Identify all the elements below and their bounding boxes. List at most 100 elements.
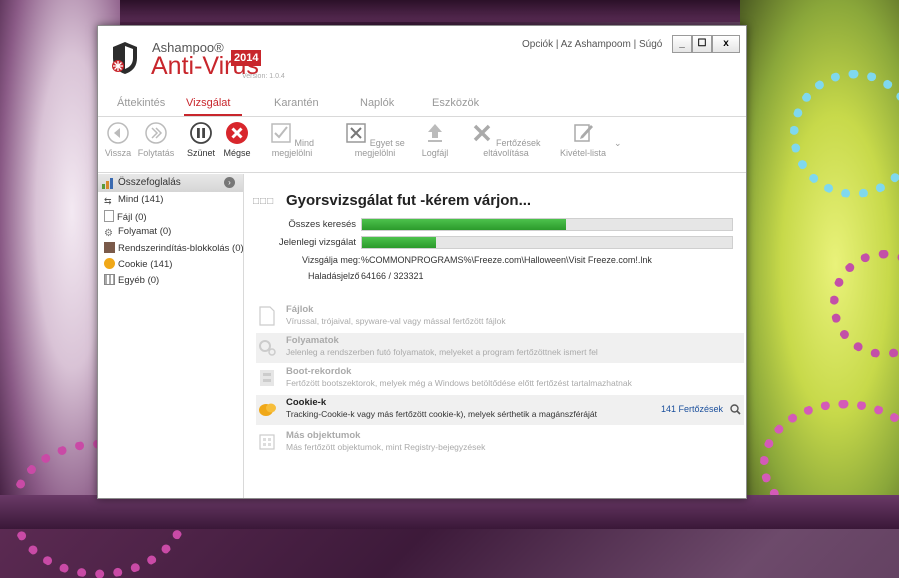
current-scan-label: Jelenlegi vizsgálat xyxy=(278,237,356,248)
cookie-icon xyxy=(104,258,115,269)
checkbox-checked-icon xyxy=(271,123,291,143)
category-title: Fájlok xyxy=(286,304,314,315)
file-icon xyxy=(104,210,114,222)
sidebar-item-boot[interactable]: Rendszerindítás-blokkolás (0) xyxy=(104,242,244,254)
cancel-icon xyxy=(226,122,248,144)
summary-icon xyxy=(102,178,113,189)
progress-value: 64166 / 323321 xyxy=(361,271,424,281)
top-links: Opciók | Az Ashampoom | Súgó xyxy=(522,39,662,50)
total-progress-fill xyxy=(362,219,566,230)
tab-scan[interactable]: Vizsgálat xyxy=(186,97,230,109)
gears-icon: ⚙ xyxy=(104,228,113,239)
tab-tools[interactable]: Eszközök xyxy=(432,97,479,109)
category-desc: Vírussal, trójaival, spyware-val vagy má… xyxy=(286,316,506,326)
search-icon xyxy=(729,404,741,415)
sidebar-item-label: Folyamat (0) xyxy=(118,226,172,237)
options-link[interactable]: Opciók xyxy=(522,39,553,50)
sidebar-item-process[interactable]: ⚙ Folyamat (0) xyxy=(104,226,171,239)
minimize-button[interactable]: _ xyxy=(672,35,692,53)
grid-icon xyxy=(259,434,275,450)
tab-quarantine[interactable]: Karantén xyxy=(274,97,319,109)
checkbox-x-icon xyxy=(346,123,366,143)
sidebar-item-file[interactable]: Fájl (0) xyxy=(104,210,147,223)
logfile-label: Logfájl xyxy=(421,148,449,158)
total-progress-bar xyxy=(361,218,733,231)
total-search-label: Összes keresés xyxy=(288,219,356,230)
infections-found-link[interactable]: 141 Fertőzések xyxy=(661,404,741,415)
resume-button[interactable]: Folytatás xyxy=(136,122,176,158)
scan-title: Gyorsvizsgálat fut -kérem várjon... xyxy=(286,192,532,209)
exceptions-label: Kivétel-lista xyxy=(559,148,606,158)
category-title: Más objektumok xyxy=(286,430,361,441)
boot-record-icon xyxy=(260,370,274,386)
shield-logo-icon xyxy=(112,42,137,74)
remove-infections-button[interactable]: Fertőzések eltávolítása xyxy=(460,122,552,158)
tab-overview[interactable]: Áttekintés xyxy=(117,97,165,109)
category-desc: Más fertőzött objektumok, mint Registry-… xyxy=(286,442,486,452)
current-progress-bar xyxy=(361,236,733,249)
scanning-label: Vizsgálja meg: xyxy=(302,255,361,265)
desktop-bottom xyxy=(0,495,899,529)
version-label: Version: 1.0.4 xyxy=(242,73,285,80)
category-title: Folyamatok xyxy=(286,335,339,346)
maximize-button[interactable]: ☐ xyxy=(692,35,712,53)
back-label: Vissza xyxy=(104,148,132,158)
file-icon xyxy=(259,306,275,326)
year-badge: 2014 xyxy=(231,50,262,66)
grid-icon xyxy=(104,274,115,285)
category-files[interactable]: Fájlok Vírussal, trójaival, spyware-val … xyxy=(256,302,744,332)
category-processes[interactable]: Folyamatok Jelenleg a rendszerben futó f… xyxy=(256,333,744,363)
sidebar-item-cookie[interactable]: Cookie (141) xyxy=(104,258,172,270)
exceptions-button[interactable]: Kivétel-lista xyxy=(558,122,608,158)
pause-button[interactable]: Szünet xyxy=(186,122,216,158)
pause-label: Szünet xyxy=(186,148,216,158)
cancel-button[interactable]: Mégse xyxy=(222,122,252,158)
toolbar-more-icon[interactable]: ⌄ xyxy=(614,138,622,149)
chevron-right-icon: › xyxy=(224,177,235,188)
sidebar-item-label: Rendszerindítás-blokkolás (0) xyxy=(118,243,244,254)
sidebar-item-label: Egyéb (0) xyxy=(118,275,160,286)
help-link[interactable]: Súgó xyxy=(639,39,662,50)
sidebar-item-all[interactable]: ⇆ Mind (141) xyxy=(104,194,163,207)
active-tab-indicator xyxy=(184,114,242,116)
sidebar-item-other[interactable]: Egyéb (0) xyxy=(104,274,159,286)
back-icon xyxy=(107,122,129,144)
separator: | xyxy=(633,39,637,50)
sidebar-summary-header[interactable]: Összefoglalás › xyxy=(98,174,243,192)
back-button[interactable]: Vissza xyxy=(102,122,134,158)
arrows-icon: ⇆ xyxy=(104,196,112,206)
remove-x-icon xyxy=(474,124,491,142)
category-desc: Jelenleg a rendszerben futó folyamatok, … xyxy=(286,347,598,357)
select-none-button[interactable]: Egyet se megjelölni xyxy=(334,122,416,158)
sidebar: Összefoglalás › ⇆ Mind (141) Fájl (0) ⚙ Fo… xyxy=(98,174,244,498)
cancel-label: Mégse xyxy=(223,148,251,158)
infections-count: 141 Fertőzések xyxy=(661,404,724,414)
boot-block-icon xyxy=(104,242,115,253)
tab-logs[interactable]: Naplók xyxy=(360,97,394,109)
category-desc: Tracking-Cookie-k vagy más fertőzött coo… xyxy=(286,409,597,419)
scanning-path: %COMMONPROGRAMS%\Freeze.com\Halloween\Vi… xyxy=(361,255,652,265)
edit-list-icon xyxy=(574,124,593,142)
about-link[interactable]: Az Ashampoom xyxy=(561,39,631,50)
upload-icon xyxy=(428,124,442,142)
category-desc: Fertőzött bootszektorok, melyek még a Wi… xyxy=(286,378,632,388)
sidebar-item-label: Mind (141) xyxy=(118,194,164,205)
logfile-button[interactable]: Logfájl xyxy=(420,122,450,158)
select-all-button[interactable]: Mind megjelölni xyxy=(260,122,324,158)
category-boot-records[interactable]: Boot-rekordok Fertőzött bootszektorok, m… xyxy=(256,364,744,394)
close-button[interactable]: x xyxy=(712,35,740,53)
category-other-objects[interactable]: Más objektumok Más fertőzött objektumok,… xyxy=(256,428,744,458)
status-boxes-icon: □□□ xyxy=(253,196,275,207)
sidebar-item-label: Cookie (141) xyxy=(118,259,173,270)
cookie-icon xyxy=(259,403,276,416)
toolbar: Vissza Folytatás Szünet Mégse Mind megje… xyxy=(98,118,746,173)
category-cookies[interactable]: Cookie-k Tracking-Cookie-k vagy más fert… xyxy=(256,395,744,425)
sidebar-summary-label: Összefoglalás xyxy=(118,177,181,188)
gears-icon xyxy=(259,340,276,356)
category-title: Cookie-k xyxy=(286,397,327,408)
resume-label: Folytatás xyxy=(137,148,175,158)
app-header: Ashampoo® Anti-Virus 2014 Version: 1.0.4… xyxy=(98,26,746,91)
app-window: Ashampoo® Anti-Virus 2014 Version: 1.0.4… xyxy=(97,25,747,499)
pause-icon xyxy=(190,122,212,144)
sidebar-item-label: Fájl (0) xyxy=(117,212,147,223)
